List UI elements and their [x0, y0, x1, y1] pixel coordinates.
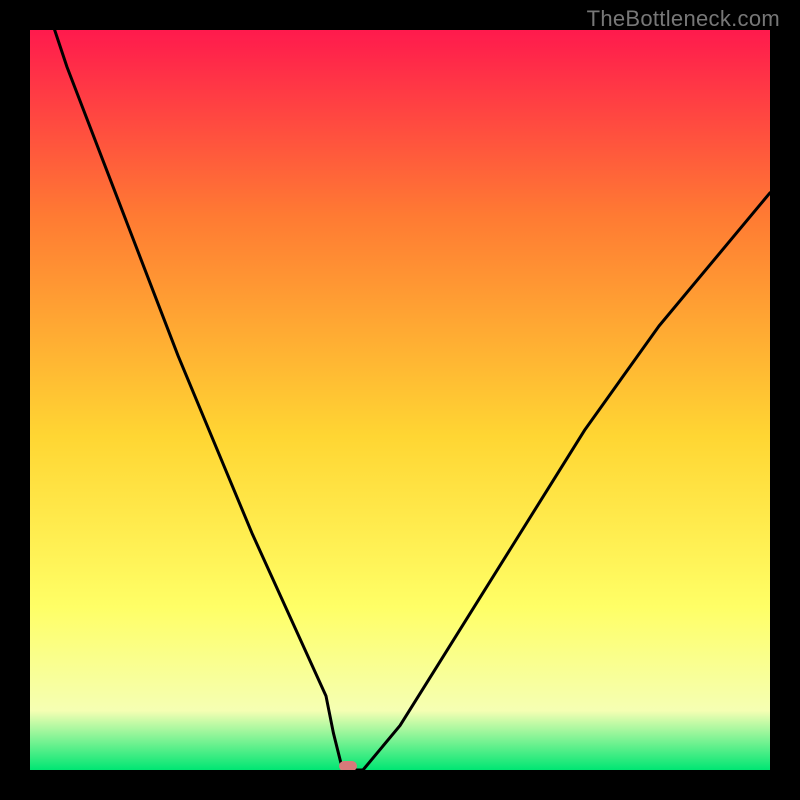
chart-frame: TheBottleneck.com — [0, 0, 800, 800]
bottleneck-curve — [30, 30, 770, 770]
plot-area — [30, 30, 770, 770]
optimal-marker — [339, 761, 357, 770]
watermark-text: TheBottleneck.com — [587, 6, 780, 32]
